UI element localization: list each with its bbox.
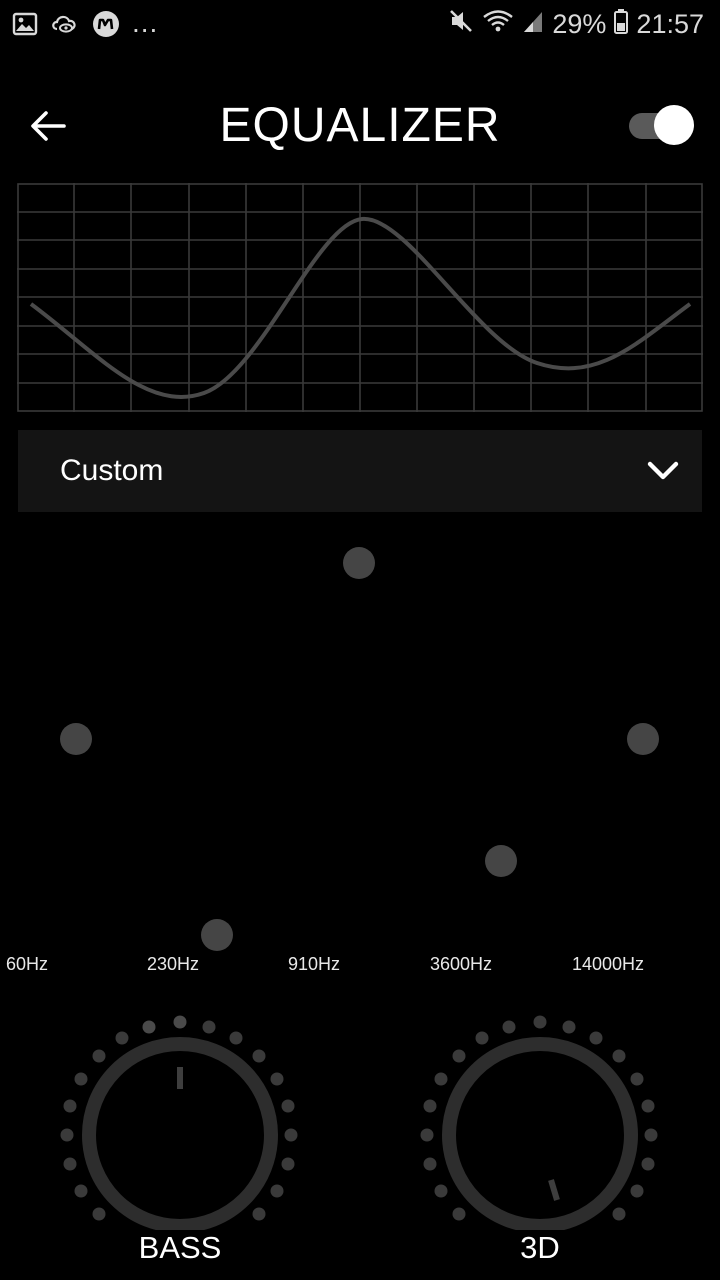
preset-value: Custom: [60, 454, 164, 487]
m-logo-icon: [92, 10, 120, 43]
band-label-3600hz: 3600Hz: [430, 954, 493, 974]
band-label-14000hz: 14000Hz: [572, 954, 645, 974]
mute-icon: [448, 8, 474, 41]
band-label-910hz: 910Hz: [288, 954, 341, 974]
frequency-labels: 60Hz 230Hz 910Hz 3600Hz 14000Hz: [0, 954, 720, 978]
slider-thumb-14000hz[interactable]: [627, 723, 659, 755]
page-title: EQUALIZER: [219, 99, 501, 152]
equalizer-toggle[interactable]: [627, 104, 695, 146]
more-notifications: ...: [132, 6, 159, 38]
bass-knob-dial: [60, 1015, 298, 1230]
battery-icon: [614, 8, 629, 41]
slider-thumb-3600hz[interactable]: [485, 845, 517, 877]
bass-knob[interactable]: BASS: [50, 1010, 310, 1270]
bass-label: BASS: [138, 1230, 222, 1265]
slider-thumb-60hz[interactable]: [60, 723, 92, 755]
status-bar: ... 29% 21:57: [0, 0, 720, 52]
3d-knob[interactable]: 3D: [410, 1010, 670, 1270]
slider-thumb-230hz[interactable]: [201, 919, 233, 951]
band-sliders: [0, 520, 720, 960]
signal-icon: [522, 8, 544, 41]
band-label-60hz: 60Hz: [6, 954, 49, 974]
wifi-icon: [482, 8, 514, 41]
clock: 21:57: [636, 9, 704, 39]
slider-thumb-910hz[interactable]: [343, 547, 375, 579]
preset-dropdown[interactable]: Custom: [18, 430, 702, 512]
gallery-icon: [12, 11, 38, 42]
app-bar: EQUALIZER: [0, 80, 720, 172]
chevron-down-icon: [646, 460, 680, 482]
3d-knob-dial: [420, 1015, 658, 1230]
battery-text: 29%: [552, 9, 607, 39]
3d-label: 3D: [520, 1230, 560, 1265]
toggle-knob: [654, 105, 694, 145]
cloud-eye-icon: [50, 11, 80, 42]
band-label-230hz: 230Hz: [147, 954, 200, 974]
eq-curve-graph: [17, 183, 703, 412]
